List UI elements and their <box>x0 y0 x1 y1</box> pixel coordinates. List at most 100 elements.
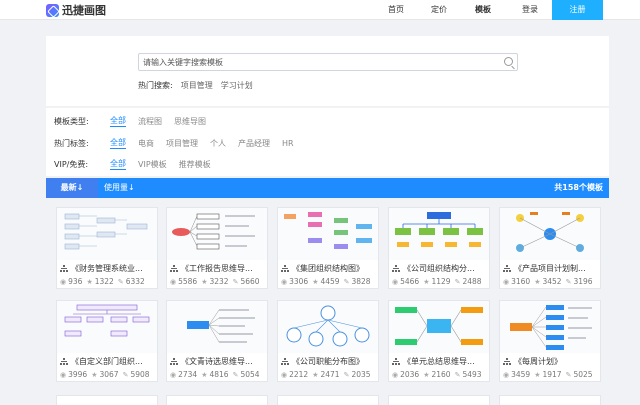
view-count: 936 <box>68 277 83 286</box>
template-thumbnail[interactable] <box>500 301 600 353</box>
template-card[interactable]: 《文青诗选思维导... ◉ 2734 ★ 4816 ✎ 5054 <box>166 300 268 382</box>
template-title-row: 《单元总结思维导... <box>392 355 488 368</box>
star-icon: ★ <box>312 370 319 379</box>
template-card[interactable]: 《每周计划》 ◉ 3459 ★ 1917 ✎ 5025 <box>499 300 601 382</box>
filter-vip-all[interactable]: 全部 <box>110 158 126 170</box>
sort-newest-button[interactable]: 最新↓ <box>46 178 98 198</box>
nav-pricing[interactable]: 定价 <box>431 0 447 20</box>
tree-icon <box>170 264 178 273</box>
hot-keyword-study[interactable]: 学习计划 <box>221 80 253 91</box>
star-icon: ★ <box>312 277 319 286</box>
likes-stat: ★ 3067 <box>91 370 118 379</box>
use-count: 5660 <box>240 277 260 286</box>
tree-icon <box>503 357 511 366</box>
likes-stat: ★ 1917 <box>534 370 561 379</box>
filter-tag-project[interactable]: 项目管理 <box>166 138 198 149</box>
template-stats: ◉ 2036 ★ 2160 ✎ 5493 <box>392 370 490 379</box>
template-thumbnail[interactable] <box>278 208 378 260</box>
edit-icon: ✎ <box>117 277 124 286</box>
eye-icon: ◉ <box>170 370 177 379</box>
template-card-partial[interactable] <box>277 395 379 405</box>
template-title: 《产品项目计划制... <box>514 264 586 273</box>
filter-tag-ecommerce[interactable]: 电商 <box>138 138 154 149</box>
uses-stat: ✎ 5908 <box>123 370 150 379</box>
edit-icon: ✎ <box>565 277 572 286</box>
nav-home[interactable]: 首页 <box>388 0 404 20</box>
views-stat: ◉ 2734 <box>170 370 197 379</box>
template-card[interactable]: 《公司职能分布图》 ◉ 2212 ★ 2471 ✎ 2035 <box>277 300 379 382</box>
template-card[interactable]: 《集团组织结构图》 ◉ 3306 ★ 4459 ✎ 3828 <box>277 207 379 289</box>
tree-icon <box>60 357 68 366</box>
template-card-partial[interactable] <box>499 395 601 405</box>
edit-icon: ✎ <box>232 370 239 379</box>
filter-label: 热门标签: <box>54 138 89 148</box>
register-button[interactable]: 注册 <box>552 0 603 20</box>
template-card[interactable]: 《自定义部门组织... ◉ 3996 ★ 3067 ✎ 5908 <box>56 300 158 382</box>
template-thumbnail[interactable] <box>500 208 600 260</box>
eye-icon: ◉ <box>392 277 399 286</box>
template-thumbnail[interactable] <box>389 208 489 260</box>
template-card-partial[interactable] <box>166 395 268 405</box>
template-thumbnail[interactable] <box>167 301 267 353</box>
template-thumbnail[interactable] <box>278 301 378 353</box>
like-count: 2471 <box>320 370 340 379</box>
template-card-partial[interactable] <box>388 395 490 405</box>
template-thumbnail[interactable] <box>57 208 157 260</box>
filter-row-tags: 热门标签: 全部 电商 项目管理 个人 产品经理 HR <box>54 137 306 149</box>
eye-icon: ◉ <box>60 277 67 286</box>
logo-text: 迅捷画图 <box>62 4 106 17</box>
template-count: 共158个模板 <box>554 183 603 192</box>
like-count: 3067 <box>99 370 119 379</box>
filter-vip-vip[interactable]: VIP模板 <box>138 159 167 170</box>
template-card[interactable]: 《财务管理系统业... ◉ 936 ★ 1322 ✎ 6332 <box>56 207 158 289</box>
template-title-row: 《每周计划》 <box>503 355 599 368</box>
nav-login[interactable]: 登录 <box>522 0 538 20</box>
filter-vip-recommended[interactable]: 推荐模板 <box>179 159 211 170</box>
template-card[interactable]: 《单元总结思维导... ◉ 2036 ★ 2160 ✎ 5493 <box>388 300 490 382</box>
logo[interactable]: 迅捷画图 <box>46 2 106 18</box>
likes-stat: ★ 3452 <box>534 277 561 286</box>
uses-stat: ✎ 3828 <box>344 277 371 286</box>
nav-templates[interactable]: 模板 <box>475 0 491 20</box>
logo-icon <box>46 3 59 17</box>
views-stat: ◉ 3459 <box>503 370 530 379</box>
template-title-row: 《自定义部门组织... <box>60 355 156 368</box>
like-count: 2160 <box>431 370 451 379</box>
search-input[interactable] <box>139 54 494 70</box>
template-title-row: 《产品项目计划制... <box>503 262 599 275</box>
template-card-partial[interactable] <box>56 395 158 405</box>
star-icon: ★ <box>91 370 98 379</box>
hot-keyword-project[interactable]: 项目管理 <box>181 80 213 91</box>
filter-tag-all[interactable]: 全部 <box>110 137 126 149</box>
filter-tag-pm[interactable]: 产品经理 <box>238 138 270 149</box>
filter-tag-hr[interactable]: HR <box>282 139 294 148</box>
filter-tag-personal[interactable]: 个人 <box>210 138 226 149</box>
tree-icon <box>503 264 511 273</box>
template-thumbnail[interactable] <box>389 301 489 353</box>
filter-type-flowchart[interactable]: 流程图 <box>138 116 162 127</box>
uses-stat: ✎ 6332 <box>118 277 145 286</box>
template-stats: ◉ 5586 ★ 3232 ✎ 5660 <box>170 277 268 286</box>
template-card[interactable]: 《产品项目计划制... ◉ 3160 ★ 3452 ✎ 3196 <box>499 207 601 289</box>
uses-stat: ✎ 5054 <box>233 370 260 379</box>
tree-icon <box>392 264 400 273</box>
sort-usage-button[interactable]: 使用量↓ <box>104 178 135 198</box>
filter-type-mindmap[interactable]: 思维导图 <box>174 116 206 127</box>
template-title: 《文青诗选思维导... <box>181 357 253 366</box>
like-count: 4459 <box>320 277 340 286</box>
template-thumbnail[interactable] <box>167 208 267 260</box>
template-thumbnail[interactable] <box>57 301 157 353</box>
use-count: 3196 <box>573 277 593 286</box>
template-card[interactable]: 《工作报告思维导... ◉ 5586 ★ 3232 ✎ 5660 <box>166 207 268 289</box>
like-count: 4816 <box>209 370 229 379</box>
uses-stat: ✎ 2488 <box>455 277 482 286</box>
search-icon[interactable] <box>504 57 513 66</box>
eye-icon: ◉ <box>281 370 288 379</box>
template-card[interactable]: 《公司组织结构分... ◉ 5466 ★ 1129 ✎ 2488 <box>388 207 490 289</box>
template-title: 《每周计划》 <box>514 357 562 366</box>
filter-type-all[interactable]: 全部 <box>110 115 126 127</box>
eye-icon: ◉ <box>503 277 510 286</box>
template-title: 《财务管理系统业... <box>71 264 143 273</box>
views-stat: ◉ 5586 <box>170 277 197 286</box>
view-count: 5466 <box>400 277 420 286</box>
